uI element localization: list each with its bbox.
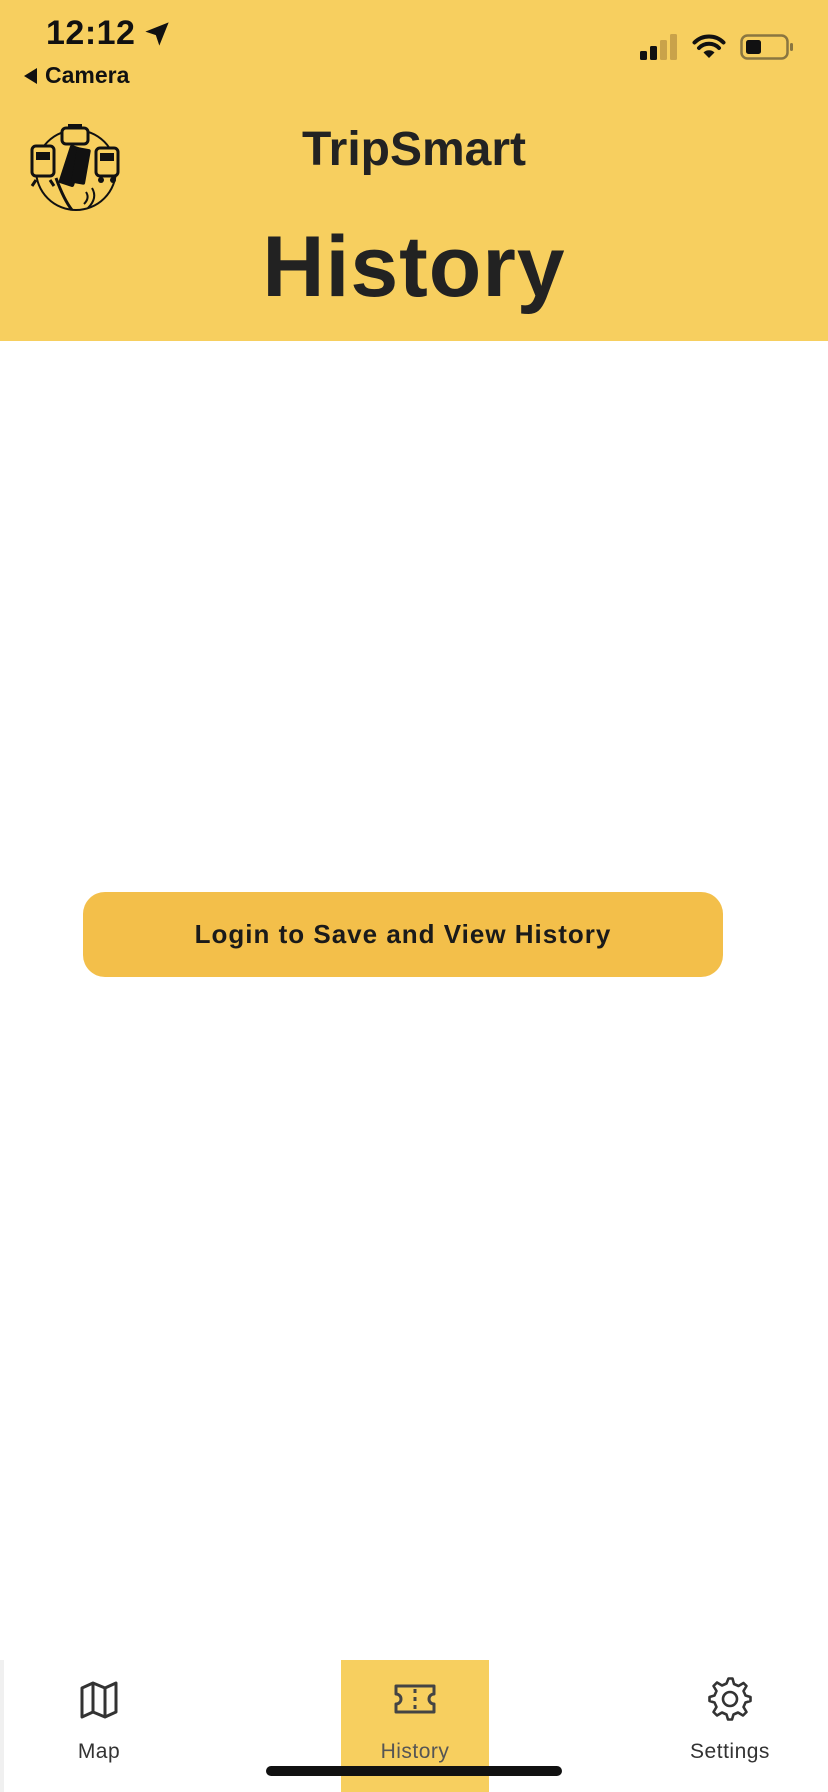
location-arrow-icon <box>145 21 170 46</box>
app-title: TripSmart <box>301 123 527 176</box>
tab-map-label: Map <box>77 1740 121 1763</box>
cellular-signal-icon <box>640 34 677 60</box>
status-time-text: 12:12 <box>46 14 136 52</box>
login-to-view-history-button[interactable]: Login to Save and View History <box>83 892 723 977</box>
tab-settings[interactable]: Settings <box>674 1660 786 1792</box>
tab-map[interactable]: Map <box>49 1660 149 1792</box>
tab-history-label: History <box>380 1740 450 1763</box>
page-title: History <box>262 219 566 315</box>
back-label: Camera <box>45 62 130 88</box>
back-to-camera-link[interactable]: Camera <box>24 62 129 89</box>
back-triangle-icon <box>24 67 37 84</box>
gear-icon <box>708 1677 752 1721</box>
wifi-icon <box>692 34 726 58</box>
app-header: 12:12 Camera TripSmart History <box>0 0 828 341</box>
status-time: 12:12 <box>46 14 171 53</box>
battery-icon <box>740 34 793 60</box>
map-icon <box>80 1681 118 1719</box>
ticket-icon <box>394 1684 436 1714</box>
status-indicators <box>640 34 794 60</box>
home-indicator[interactable] <box>266 1766 562 1776</box>
tab-settings-label: Settings <box>690 1740 770 1763</box>
